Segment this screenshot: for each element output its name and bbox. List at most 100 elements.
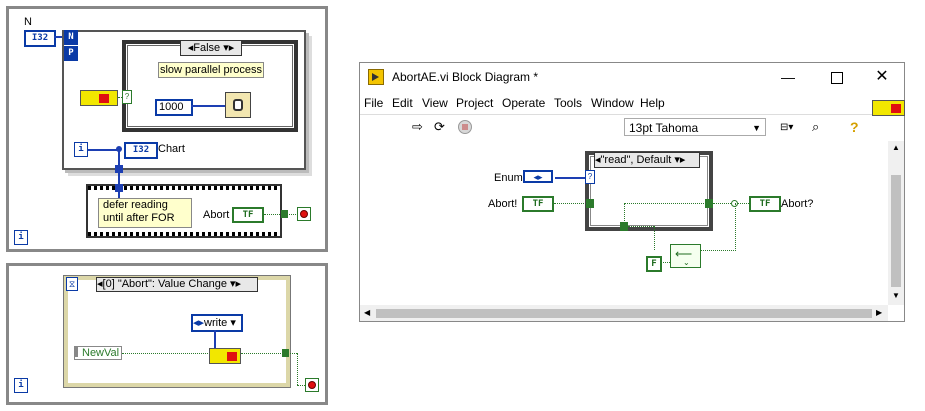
write-dropdown-icon: ▾ — [227, 317, 236, 329]
event-case-label: [0] "Abort": Value Change — [102, 278, 227, 290]
event-structure — [63, 275, 291, 388]
chart-label: Chart — [158, 143, 185, 155]
feedback-wire-v1 — [654, 226, 655, 250]
feedback-wire-v2 — [735, 203, 736, 251]
selector-right-arrow-icon: ▾▸ — [220, 42, 235, 54]
wait-constant[interactable]: 1000 — [155, 99, 193, 116]
event-out-wire-v — [297, 353, 298, 385]
tunnel — [115, 165, 123, 173]
menu-project[interactable]: Project — [456, 93, 493, 113]
read-dropdown-icon: ▾▸ — [671, 154, 686, 166]
menu-view[interactable]: View — [422, 93, 448, 113]
align-objects-icon[interactable]: ⊟▾ — [780, 120, 804, 136]
i-wire — [88, 149, 119, 151]
menu-tools[interactable]: Tools — [554, 93, 582, 113]
minimize-button[interactable]: — — [772, 66, 804, 88]
event-tunnel — [282, 349, 289, 357]
maximize-button[interactable] — [820, 66, 852, 88]
run-continuous-icon[interactable]: ⟳ — [434, 119, 450, 135]
event-case-selector[interactable]: ◂[0] "Abort": Value Change ▾▸ — [96, 277, 258, 292]
close-icon: ✕ — [875, 68, 889, 85]
newval-terminal: NewVal — [74, 346, 122, 360]
enum-wire — [555, 177, 585, 179]
feedback-node[interactable]: ⟵ ⌄ — [670, 244, 701, 268]
feedback-wire-h — [628, 226, 654, 227]
toolbar: ⇨ ⟳ 13pt Tahoma ▼ ⊟▾ ⌕ ? — [360, 114, 904, 142]
false-constant[interactable]: F — [646, 256, 662, 272]
fgv-subvi-write[interactable] — [209, 348, 241, 364]
read-case-selector[interactable]: ◂"read", Default ▾▸ — [594, 152, 700, 168]
shift-tunnel-out — [705, 199, 713, 208]
scroll-right-icon[interactable]: ▶ — [876, 308, 882, 317]
write-value: write — [204, 317, 228, 329]
abort-wire — [264, 214, 296, 215]
scroll-down-icon[interactable]: ▼ — [892, 291, 900, 300]
abort-in-terminal[interactable]: TF — [522, 196, 554, 212]
chart-i32-indicator[interactable]: I32 — [124, 142, 158, 159]
enum-label: Enum — [494, 172, 523, 184]
run-arrow-icon[interactable]: ⇨ — [412, 119, 428, 135]
stop-button-icon[interactable] — [297, 207, 311, 221]
case-selector-value: False — [193, 42, 221, 54]
info-i-terminal-bottom: i — [14, 378, 28, 393]
abort-in-label: Abort! — [488, 198, 518, 210]
vertical-scrollbar[interactable]: ▲ ▼ — [888, 141, 904, 305]
abort-execution-icon[interactable] — [458, 120, 472, 134]
enum-terminal[interactable]: ◂▸ — [523, 170, 553, 183]
write-wire — [214, 330, 216, 348]
slow-process-comment: slow parallel process — [158, 62, 264, 78]
sequence-tunnel — [115, 184, 123, 192]
title-bar[interactable]: AbortAE.vi Block Diagram * — ✕ — [360, 63, 904, 91]
shift-tunnel-bottom — [620, 222, 628, 231]
menu-operate[interactable]: Operate — [502, 93, 545, 113]
newval-wire — [122, 353, 210, 354]
search-icon[interactable]: ⌕ — [812, 119, 838, 135]
seq-bool-tunnel — [281, 210, 288, 218]
menu-file[interactable]: File — [364, 93, 383, 113]
vi-icon[interactable] — [872, 100, 905, 116]
menu-window[interactable]: Window — [591, 93, 634, 113]
n-i32-constant[interactable]: I32 — [24, 30, 56, 47]
abort-in-wire — [554, 203, 586, 204]
horizontal-scrollbar[interactable]: ◀ ▶ — [360, 305, 888, 321]
wait-timer-icon — [225, 92, 251, 118]
stop-button-icon-bottom[interactable] — [305, 378, 319, 392]
close-button[interactable]: ✕ — [866, 66, 898, 88]
abort-out-label: Abort? — [781, 198, 814, 210]
inner-wire-v — [624, 203, 625, 223]
n-label: N — [24, 16, 32, 28]
scroll-up-icon[interactable]: ▲ — [892, 143, 900, 152]
minimize-icon: — — [781, 69, 795, 85]
newval-label: NewVal — [82, 347, 120, 359]
abort-out-indicator[interactable]: TF — [749, 196, 781, 212]
chevron-down-icon: ▼ — [752, 123, 761, 133]
maximize-icon — [831, 72, 843, 84]
scroll-left-icon[interactable]: ◀ — [364, 308, 370, 317]
fgv-subvi[interactable] — [80, 90, 118, 106]
n-count-terminal[interactable]: N — [64, 30, 78, 45]
menu-edit[interactable]: Edit — [392, 93, 413, 113]
event-out-wire-h — [297, 385, 305, 386]
scroll-thumb-h[interactable] — [376, 309, 872, 318]
abort-tf-terminal[interactable]: TF — [232, 207, 264, 223]
case-selector-terminal: ? — [122, 90, 132, 104]
labview-logo-icon — [368, 69, 384, 85]
help-icon[interactable]: ? — [850, 119, 866, 135]
case-selector[interactable]: ◂False ▾▸ — [180, 40, 242, 56]
menu-help[interactable]: Help — [640, 93, 665, 113]
feedback-wire-h2 — [700, 250, 736, 251]
abort-label: Abort — [203, 209, 230, 221]
read-selector-terminal: ? — [585, 170, 595, 184]
event-hourglass-icon: ⧖ — [66, 277, 78, 291]
defer-comment: defer reading until after FOR — [98, 198, 192, 228]
shift-tunnel-in — [586, 199, 594, 208]
write-enum-constant[interactable]: ◂▸write ▾ — [191, 314, 243, 332]
p-terminal[interactable]: P — [64, 46, 78, 61]
window-title: AbortAE.vi Block Diagram * — [392, 70, 539, 84]
for-i-terminal[interactable]: i — [74, 142, 88, 157]
inner-wire-top — [624, 203, 706, 204]
font-select[interactable]: 13pt Tahoma ▼ — [624, 118, 766, 136]
scroll-thumb-v[interactable] — [891, 175, 901, 287]
enum-arrows-icon: ◂▸ — [193, 317, 205, 329]
wire-junction — [116, 146, 122, 152]
